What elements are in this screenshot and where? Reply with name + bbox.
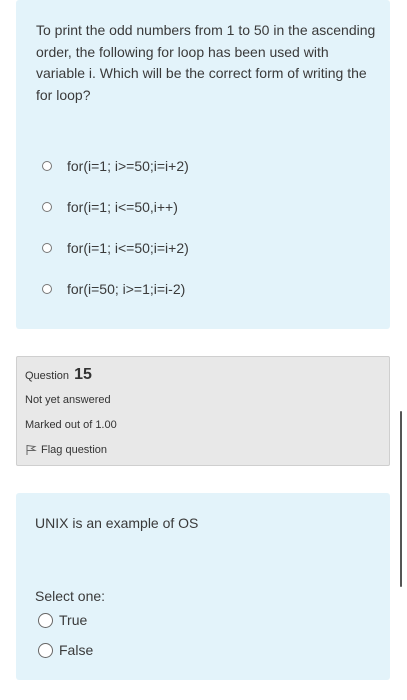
answer-option[interactable]: for(i=1; i<=50;i=i+2) — [42, 240, 189, 256]
flag-question-label: Flag question — [41, 444, 108, 456]
question-label: Question — [25, 370, 70, 382]
radio-button[interactable] — [38, 642, 53, 658]
option-label: for(i=1; i<=50;i=i+2) — [67, 240, 189, 256]
question-number: Question 15 — [25, 366, 92, 384]
answer-option-false[interactable]: False — [38, 642, 93, 658]
answer-option-true[interactable]: True — [38, 612, 87, 628]
question-text: To print the odd numbers from 1 to 50 in… — [36, 22, 376, 103]
option-label: for(i=50; i>=1;i=i-2) — [67, 281, 186, 297]
marks-info: Marked out of 1.00 — [25, 419, 117, 431]
option-label: for(i=1; i>=50;i=i+2) — [67, 158, 189, 174]
question-card: UNIX is an example of OS Select one: Tru… — [16, 493, 390, 680]
answer-option[interactable]: for(i=1; i>=50;i=i+2) — [42, 158, 189, 174]
option-label: for(i=1; i<=50,i++) — [67, 199, 178, 215]
answer-option[interactable]: for(i=50; i>=1;i=i-2) — [42, 281, 185, 297]
scrollbar[interactable] — [400, 411, 402, 587]
answer-option[interactable]: for(i=1; i<=50,i++) — [42, 199, 178, 215]
question-number-value: 15 — [74, 366, 92, 383]
radio-button[interactable] — [42, 243, 52, 253]
radio-button[interactable] — [42, 284, 52, 294]
flag-question-link[interactable]: Flag question — [25, 444, 107, 456]
question-card: To print the odd numbers from 1 to 50 in… — [16, 0, 390, 329]
question-info-panel: Question 15 Not yet answered Marked out … — [16, 356, 390, 466]
answer-status: Not yet answered — [25, 394, 111, 406]
question-text: UNIX is an example of OS — [35, 515, 199, 531]
radio-button[interactable] — [38, 612, 53, 628]
radio-button[interactable] — [42, 161, 52, 171]
option-label: True — [59, 612, 88, 628]
select-one-prompt: Select one: — [35, 588, 106, 604]
radio-button[interactable] — [42, 202, 52, 212]
option-label: False — [59, 642, 94, 658]
flag-icon — [26, 445, 37, 455]
